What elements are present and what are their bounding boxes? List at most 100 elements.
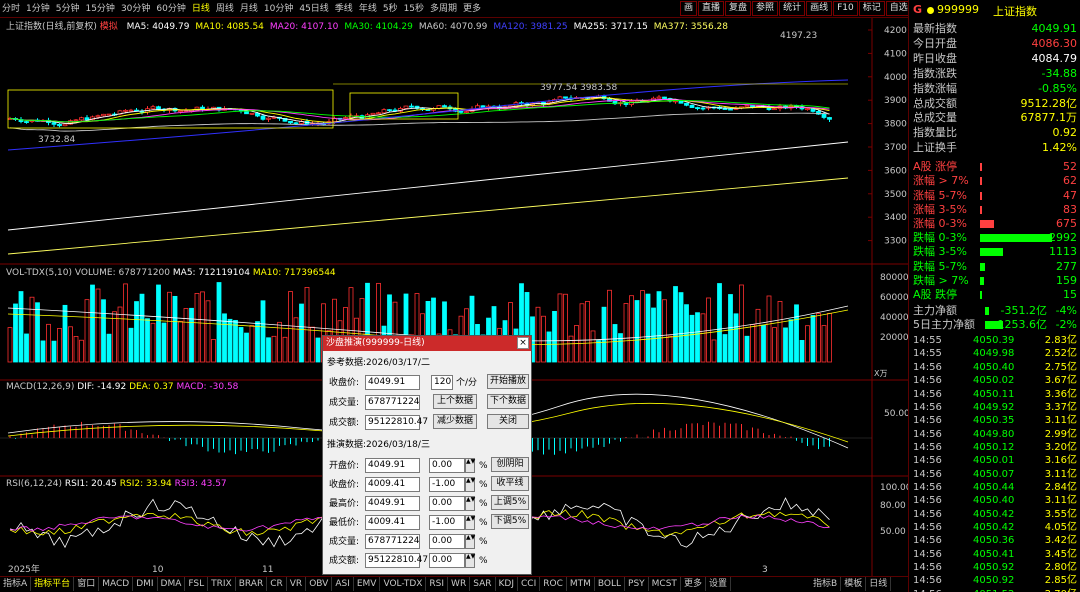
- period-tab[interactable]: 15分钟: [85, 2, 114, 16]
- period-tab[interactable]: 周线: [216, 2, 234, 16]
- tool-button[interactable]: 统计: [779, 1, 806, 16]
- indicator-tab[interactable]: FSL: [185, 577, 209, 591]
- tool-button[interactable]: 画: [680, 1, 698, 16]
- period-tab[interactable]: 日线: [192, 2, 210, 16]
- indicator-right-tab[interactable]: 模板: [841, 577, 867, 591]
- sim-row-value-field[interactable]: 4049.91: [365, 458, 420, 473]
- indicator-tab[interactable]: 指标平台: [31, 577, 75, 591]
- indicator-tab[interactable]: WR: [448, 577, 471, 591]
- period-tab[interactable]: 月线: [240, 2, 258, 16]
- dialog-title[interactable]: 沙盘推演(999999-日线): [323, 336, 531, 351]
- indicator-tab[interactable]: VR: [287, 577, 307, 591]
- indicator-tab[interactable]: ASI: [332, 577, 354, 591]
- sim-row-pct-field[interactable]: 0.00: [429, 496, 465, 511]
- indicator-right-tab[interactable]: 日线: [866, 577, 892, 591]
- play-button[interactable]: 开始播放: [487, 374, 529, 389]
- indicator-tab[interactable]: RSI: [426, 577, 449, 591]
- sim-row-value-field[interactable]: 4009.41: [365, 515, 420, 530]
- indicator-tab[interactable]: ROC: [540, 577, 567, 591]
- sim-row-value-field[interactable]: 95122810.47: [365, 553, 428, 568]
- indicator-tab[interactable]: BRAR: [236, 577, 268, 591]
- speed-field[interactable]: 120: [431, 375, 453, 390]
- period-tab[interactable]: 10分钟: [264, 2, 293, 16]
- indicator-tab[interactable]: CR: [267, 577, 287, 591]
- volume-bar: [733, 313, 739, 363]
- indicator-tab[interactable]: MTM: [567, 577, 595, 591]
- sim-row-action-button[interactable]: 收平线: [491, 476, 529, 491]
- indicator-tab[interactable]: 窗口: [74, 577, 100, 591]
- sim-row-value-field[interactable]: 678771224: [365, 534, 420, 549]
- tool-button[interactable]: 直播: [698, 1, 725, 16]
- candle-body: [178, 110, 183, 113]
- sim-row-pct-field[interactable]: 0.00: [429, 534, 465, 549]
- indicator-tab[interactable]: OBV: [306, 577, 333, 591]
- spinner-icon[interactable]: ▲▼: [465, 515, 475, 530]
- indicator-tab[interactable]: BOLL: [595, 577, 626, 591]
- tool-button[interactable]: 复盘: [725, 1, 752, 16]
- sandbox-dialog[interactable]: 沙盘推演(999999-日线) × 参考数据:2026/03/17/二 收盘价:…: [322, 335, 532, 575]
- volume-bar: [293, 317, 299, 363]
- period-tab[interactable]: 1分钟: [26, 2, 50, 16]
- spinner-icon[interactable]: ▲▼: [465, 496, 475, 511]
- period-tab[interactable]: 5分钟: [56, 2, 80, 16]
- period-tab[interactable]: 30分钟: [121, 2, 150, 16]
- indicator-tab[interactable]: DMA: [158, 577, 186, 591]
- ref-close-field[interactable]: 4049.91: [365, 375, 420, 390]
- candle-body: [403, 105, 409, 109]
- indicator-tab[interactable]: KDJ: [496, 577, 518, 591]
- indicator-tab[interactable]: SAR: [470, 577, 496, 591]
- indicator-tab[interactable]: MACD: [99, 577, 134, 591]
- tool-button[interactable]: 参照: [752, 1, 779, 16]
- dialog-close-button[interactable]: ×: [517, 337, 529, 349]
- period-tab[interactable]: 分时: [2, 2, 20, 16]
- mode-badge: 模拟: [99, 22, 118, 32]
- indicator-tab[interactable]: 设置: [706, 577, 731, 591]
- volume-bar: [678, 292, 684, 363]
- indicator-tab[interactable]: EMV: [354, 577, 381, 591]
- indicator-tab[interactable]: 更多: [681, 577, 706, 591]
- sim-row-pct-field[interactable]: -1.00: [429, 477, 465, 492]
- sim-row-action-button[interactable]: 下调5%: [491, 514, 529, 529]
- period-tab[interactable]: 45日线: [299, 2, 328, 16]
- tool-button[interactable]: F10: [833, 1, 858, 16]
- close-button[interactable]: 关闭: [487, 414, 529, 429]
- sim-row-pct-field[interactable]: 0.00: [429, 553, 465, 568]
- sim-row-pct-field[interactable]: -1.00: [429, 515, 465, 530]
- period-tab[interactable]: 5秒: [383, 2, 398, 16]
- reduce-data-button[interactable]: 减少数据: [433, 414, 477, 429]
- period-tab[interactable]: 年线: [359, 2, 377, 16]
- ref-volume-field[interactable]: 678771224: [365, 395, 420, 410]
- indicator-tab[interactable]: PSY: [625, 577, 649, 591]
- period-tab[interactable]: 15秒: [404, 2, 424, 16]
- spinner-icon[interactable]: ▲▼: [465, 553, 475, 568]
- sim-row-value-field[interactable]: 4049.91: [365, 496, 420, 511]
- volume-bar: [260, 300, 266, 363]
- next-data-button[interactable]: 下个数据: [487, 394, 529, 409]
- indicator-tab[interactable]: 指标A: [0, 577, 32, 591]
- indicator-tab[interactable]: VOL-TDX: [380, 577, 427, 591]
- period-tab[interactable]: 60分钟: [156, 2, 185, 16]
- volume-bar: [7, 327, 13, 363]
- volume-bar: [304, 287, 310, 363]
- period-tab[interactable]: 更多: [463, 2, 481, 16]
- indicator-tab[interactable]: MCST: [649, 577, 681, 591]
- sim-row-value-field[interactable]: 4009.41: [365, 477, 420, 492]
- spinner-icon[interactable]: ▲▼: [465, 458, 475, 473]
- sim-row-action-button[interactable]: 创阴阳: [491, 457, 529, 472]
- indicator-tab[interactable]: TRIX: [208, 577, 236, 591]
- period-tab[interactable]: 多周期: [430, 2, 457, 16]
- indicator-tab[interactable]: CCI: [518, 577, 541, 591]
- spinner-icon[interactable]: ▲▼: [465, 477, 475, 492]
- ref-amount-field[interactable]: 95122810.47: [365, 415, 428, 430]
- period-tab[interactable]: 季线: [335, 2, 353, 16]
- indicator-tab[interactable]: DMI: [133, 577, 158, 591]
- spinner-icon[interactable]: ▲▼: [465, 534, 475, 549]
- sim-row-action-button[interactable]: 上调5%: [491, 495, 529, 510]
- tool-button[interactable]: 标记: [858, 1, 885, 16]
- prev-data-button[interactable]: 上个数据: [433, 394, 477, 409]
- tool-button[interactable]: 画线: [806, 1, 833, 16]
- sim-row-pct-field[interactable]: 0.00: [429, 458, 465, 473]
- indicator-right-tab[interactable]: 指标B: [810, 577, 842, 591]
- macd-value: MACD: -30.58: [176, 382, 239, 392]
- candle-body: [249, 112, 255, 115]
